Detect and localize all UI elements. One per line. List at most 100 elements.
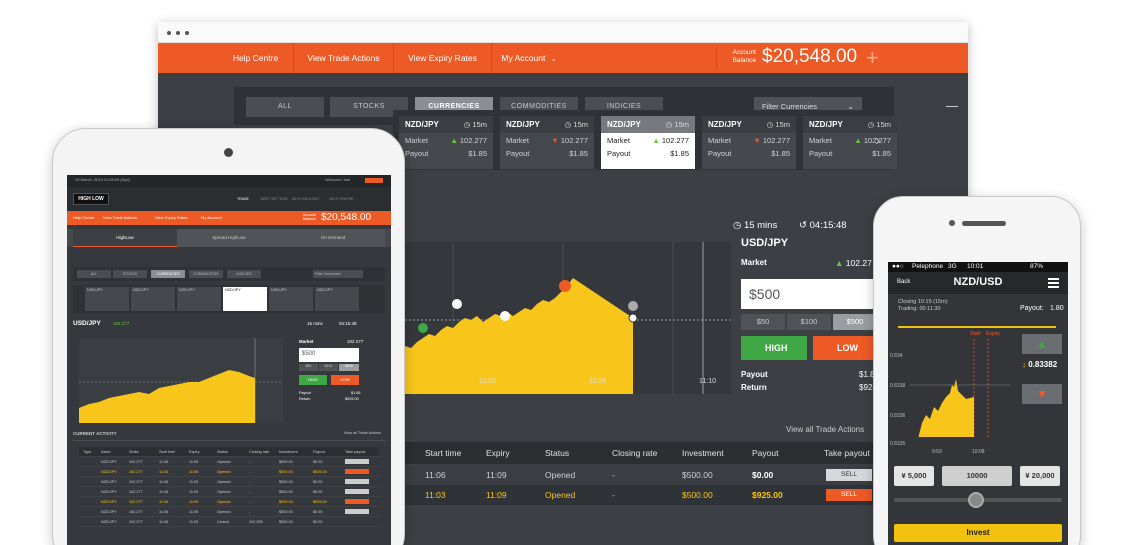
nav-view-expiry-rates[interactable]: View Expiry Rates	[155, 215, 187, 220]
filter-stocks-button[interactable]: STOCKS	[113, 270, 147, 278]
nav-take-the-tour[interactable]: TAKE THE TOUR	[260, 197, 288, 201]
nav-view-expiry-rates[interactable]: View Expiry Rates	[394, 43, 492, 73]
amount-5000-button[interactable]: ¥ 5,000	[894, 466, 934, 486]
trade-low-marker-icon[interactable]	[559, 280, 571, 292]
sell-button[interactable]	[345, 499, 369, 504]
filter-commodities-button[interactable]: COMMODITIES	[189, 270, 223, 278]
window-dot-icon[interactable]	[167, 31, 171, 35]
hamburger-menu-icon[interactable]	[1048, 278, 1059, 290]
cell-investment: $500.00	[279, 470, 293, 474]
cell-asset: NZD/JPY	[101, 490, 117, 494]
logout-button[interactable]	[365, 178, 383, 183]
asset-card[interactable]: NZD/JPY ◷ 15m Market ▼ 102.277 Payout $1.85	[500, 116, 594, 169]
nav-why-highlow[interactable]: WHY HIGHLOW?	[292, 197, 320, 201]
filter-currencies-select[interactable]: Filter Currencies	[313, 270, 363, 278]
tab-highlow[interactable]: HighLow	[73, 229, 177, 247]
highlow-logo[interactable]: HIGH LOW	[73, 193, 109, 205]
asset-card[interactable]: NZD/JPY	[269, 287, 313, 311]
nav-help-centre[interactable]: Help Centre	[218, 43, 294, 73]
column-header: Start time	[425, 448, 462, 458]
investment-amount-input[interactable]: $500	[741, 279, 881, 309]
amount-input[interactable]: 10000	[942, 466, 1012, 486]
return-value: $925.00	[345, 397, 359, 401]
asset-card[interactable]: NZD/JPY	[131, 287, 175, 311]
sell-button[interactable]	[345, 479, 369, 484]
invest-button[interactable]: Invest	[894, 524, 1062, 542]
high-button[interactable]: HIGH	[299, 375, 327, 385]
cell-strike: 102.277	[129, 490, 143, 494]
add-funds-button[interactable]: +	[866, 45, 879, 71]
asset-card[interactable]: NZD/JPY ◷ 15m Market ▼ 102.277 Payout $1.85	[702, 116, 796, 169]
nav-help-centre[interactable]: HELP CENTRE	[329, 197, 353, 201]
chart-asset-title: USD/JPY	[73, 320, 101, 327]
trade-asset-title: USD/JPY	[741, 237, 789, 249]
column-header: Take payout	[824, 448, 870, 458]
window-dot-icon[interactable]	[185, 31, 189, 35]
sell-button[interactable]: SELL	[826, 489, 872, 501]
sell-button[interactable]	[345, 469, 369, 474]
asset-card-selected[interactable]: NZD/JPY	[223, 287, 267, 311]
amount-preset-100-button[interactable]: $100	[787, 314, 831, 330]
sell-button[interactable]	[345, 489, 369, 494]
phone-payout-label: Payout:	[1020, 305, 1044, 312]
high-arrow-button[interactable]: ▲	[1022, 334, 1062, 354]
network-type: 3G	[948, 263, 957, 270]
asset-carousel: NZD/JPY ◷ 15m Market ▲ 102.277 Payout $1.85…	[393, 110, 897, 170]
cell-status: Opened	[217, 500, 231, 504]
sell-button[interactable]	[345, 459, 369, 464]
trade-low-marker-icon[interactable]	[500, 311, 510, 321]
nav-trade[interactable]: TRADE	[237, 197, 249, 201]
x-tick: 10:08	[972, 449, 985, 455]
collapse-icon[interactable]	[946, 106, 958, 107]
price-area	[79, 370, 255, 423]
chevron-right-icon[interactable]: ›	[875, 132, 880, 150]
view-all-trade-actions-link[interactable]: View all Trade Actions	[786, 425, 864, 434]
asset-card[interactable]: NZD/JPY	[85, 287, 129, 311]
asset-card[interactable]: NZD/JPY ◷ 15m Market ▲ 102.277 Payout $1.85	[399, 116, 493, 169]
low-button[interactable]: LOW	[813, 336, 879, 360]
sell-button[interactable]	[345, 509, 369, 514]
investment-amount-input[interactable]: $500	[299, 348, 359, 362]
filter-all-button[interactable]: ALL	[77, 270, 111, 278]
asset-card[interactable]: NZD/JPY	[315, 287, 359, 311]
camera-icon	[224, 148, 233, 157]
amount-preset-100-button[interactable]: $100	[319, 364, 338, 371]
amount-preset-50-button[interactable]: $50	[299, 364, 318, 371]
trade-marker-icon[interactable]	[628, 301, 638, 311]
phone-price-chart[interactable]: Start Expiry	[910, 327, 1010, 437]
filter-currencies-button[interactable]: CURRENCIES	[151, 270, 185, 278]
high-button[interactable]: HIGH	[741, 336, 807, 360]
amount-preset-500-button[interactable]: $500	[833, 314, 877, 330]
asset-card[interactable]: NZD/JPY	[177, 287, 221, 311]
asset-card[interactable]: NZD/JPY ◷ 15m Market ▲ 102.277 Payout $1.85	[803, 116, 897, 169]
nav-view-trade-actions[interactable]: View Trade Actions	[294, 43, 394, 73]
nav-my-account[interactable]: My Account ⌄	[492, 43, 566, 73]
phone-trade-info: Closing 10:15 (15m) Trading: 00:11:30 Pa…	[888, 294, 1068, 320]
cell-start-time: 11:06	[425, 470, 446, 480]
amount-preset-50-button[interactable]: $50	[741, 314, 785, 330]
amount-slider-handle[interactable]	[968, 492, 984, 508]
low-arrow-button[interactable]: ▼	[1022, 384, 1062, 404]
nav-my-account[interactable]: My Account	[201, 215, 222, 220]
trade-high-marker-icon[interactable]	[452, 299, 462, 309]
tab-on-demand[interactable]: On Demand	[281, 229, 385, 247]
price-chart[interactable]: 11:00 11:05 11:10	[393, 242, 731, 394]
window-dot-icon[interactable]	[176, 31, 180, 35]
camera-icon	[949, 220, 955, 226]
amount-preset-500-button[interactable]: $500	[339, 364, 359, 371]
trade-high-marker-icon[interactable]	[418, 323, 428, 333]
tablet-price-chart[interactable]	[79, 338, 283, 423]
view-all-trade-actions-link[interactable]: View all Trade Actions	[344, 431, 381, 435]
low-button[interactable]: LOW	[331, 375, 359, 385]
filter-all-button[interactable]: ALL	[246, 97, 324, 117]
filter-indicies-button[interactable]: INDICIES	[227, 270, 261, 278]
asset-card-selected[interactable]: NZD/JPY ◷ 15m Market ▲ 102.277 Payout $1.85	[601, 116, 695, 169]
nav-view-trade-actions[interactable]: View Trade Actions	[103, 215, 137, 220]
table-row: NZD/JPY 102.277 11:03 11:09 Opened - $50…	[79, 467, 379, 477]
sell-button[interactable]: SELL	[826, 469, 872, 481]
tab-spread-highlow[interactable]: Spread HighLow	[177, 229, 281, 247]
nav-help-centre[interactable]: Help Centre	[73, 215, 94, 220]
cell-investment: $500.00	[279, 460, 293, 464]
cell-closing-rate: -	[612, 470, 615, 480]
amount-20000-button[interactable]: ¥ 20,000	[1020, 466, 1060, 486]
